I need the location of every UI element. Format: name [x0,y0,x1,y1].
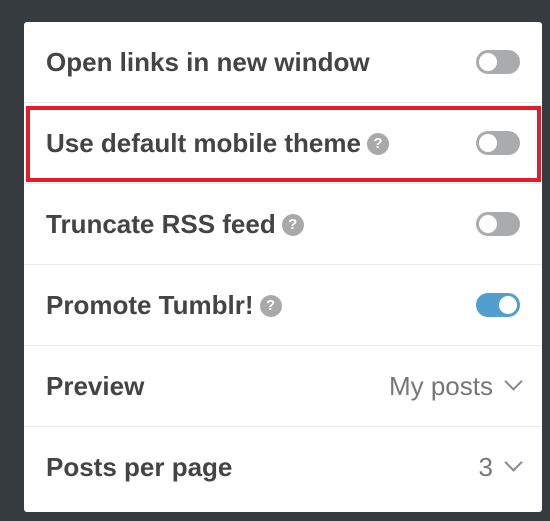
chevron-down-icon [504,453,523,472]
open-links-toggle[interactable] [476,50,520,74]
truncate-rss-toggle[interactable] [476,212,520,236]
setting-label: Preview [46,371,145,401]
promote-toggle[interactable] [476,293,520,317]
toggle-knob [479,215,497,233]
setting-label: Promote Tumblr! [46,290,254,320]
settings-panel: Open links in new window Use default mob… [24,22,542,512]
setting-label: Posts per page [46,452,233,482]
preview-select[interactable]: My posts [388,346,523,427]
select-value: My posts [388,371,493,401]
mobile-theme-toggle[interactable] [476,131,520,155]
setting-row-promote: Promote Tumblr!? [24,265,542,346]
toggle-knob [499,296,517,314]
help-icon[interactable]: ? [281,214,304,236]
setting-row-truncate-rss: Truncate RSS feed? [24,184,542,265]
setting-row-posts-per-page: Posts per page 3 [24,427,542,508]
help-icon[interactable]: ? [366,133,389,155]
setting-label: Use default mobile theme [46,128,361,158]
setting-label-with-help: Truncate RSS feed? [46,184,304,265]
window-background: Open links in new window Use default mob… [0,0,550,521]
toggle-knob [479,53,497,71]
select-value: 3 [478,452,493,482]
posts-per-page-select[interactable]: 3 [478,427,523,508]
setting-label: Truncate RSS feed [46,209,276,239]
toggle-knob [479,134,497,152]
setting-row-open-links: Open links in new window [24,22,542,103]
setting-label: Open links in new window [46,47,370,77]
setting-row-mobile-theme: Use default mobile theme? [24,103,542,184]
setting-label-with-help: Promote Tumblr!? [46,265,282,346]
setting-row-preview: Preview My posts [24,346,542,427]
chevron-down-icon [504,372,523,391]
setting-label-with-help: Use default mobile theme? [46,103,389,184]
help-icon[interactable]: ? [259,295,282,317]
